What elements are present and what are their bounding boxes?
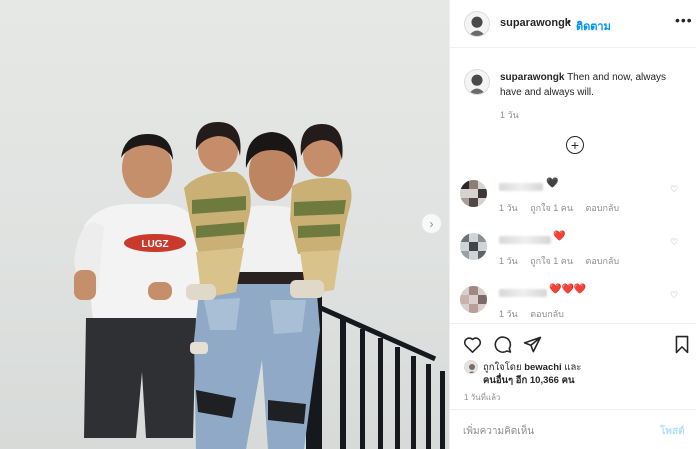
left-man: LUGZ bbox=[74, 134, 203, 438]
comment-meta: 1 วัน ตอบกลับ bbox=[499, 307, 574, 321]
post-photo[interactable]: LUGZ › bbox=[0, 0, 449, 449]
others-like-count[interactable]: คนอื่นๆ อีก 10,366 คน bbox=[483, 373, 574, 388]
comment-item: 🖤 1 วัน ถูกใจ 1 คน ตอบกลับ ♡ bbox=[450, 178, 696, 230]
comment-likes[interactable]: ถูกใจ 1 คน bbox=[530, 256, 573, 266]
comment-time[interactable]: 1 วัน bbox=[499, 256, 518, 266]
caption-username[interactable]: suparawongk bbox=[500, 72, 564, 83]
comment-like-icon[interactable]: ♡ bbox=[670, 184, 678, 195]
author-username[interactable]: suparawongk bbox=[500, 17, 571, 29]
post-action-bar bbox=[450, 323, 696, 363]
likes-summary: ถูกใจโดย bewachi และ คนอื่นๆ อีก 10,366 … bbox=[464, 358, 689, 388]
caption-timestamp[interactable]: 1 วัน bbox=[500, 108, 519, 122]
comment-meta: 1 วัน ถูกใจ 1 คน ตอบกลับ bbox=[499, 201, 629, 215]
reply-button[interactable]: ตอบกลับ bbox=[586, 203, 620, 213]
follow-button[interactable]: ติดตาม bbox=[576, 17, 611, 35]
load-more-comments-button[interactable]: + bbox=[566, 136, 584, 154]
caption-avatar[interactable] bbox=[464, 69, 490, 95]
comment-emoji: ❤️ bbox=[553, 231, 566, 242]
post-comment-button[interactable]: โพสต์ bbox=[660, 424, 685, 439]
blurred-username bbox=[499, 183, 543, 191]
family-photo-image: LUGZ bbox=[74, 122, 445, 449]
liked-by-user[interactable]: bewachi bbox=[524, 362, 562, 373]
post-sidebar: suparawongk • ติดตาม ••• suparawongk The… bbox=[449, 0, 696, 449]
commenter-avatar[interactable] bbox=[460, 180, 487, 207]
comment-like-icon[interactable]: ♡ bbox=[670, 237, 678, 248]
commenter-avatar[interactable] bbox=[460, 286, 487, 313]
blurred-username bbox=[499, 289, 547, 297]
liker-avatar[interactable] bbox=[464, 360, 478, 374]
plus-icon: + bbox=[570, 137, 580, 153]
comment-emoji: 🖤 bbox=[546, 178, 559, 189]
shirt-logo-text: LUGZ bbox=[141, 239, 168, 250]
blurred-username bbox=[499, 236, 551, 244]
next-image-button[interactable]: › bbox=[421, 213, 442, 234]
more-horizontal-icon[interactable]: ••• bbox=[675, 12, 693, 28]
heart-outline-icon[interactable] bbox=[462, 334, 482, 354]
comment-like-icon[interactable]: ♡ bbox=[670, 290, 678, 301]
comment-time[interactable]: 1 วัน bbox=[499, 309, 518, 319]
post-timestamp[interactable]: 1 วันที่แล้ว bbox=[464, 391, 500, 404]
comment-time[interactable]: 1 วัน bbox=[499, 203, 518, 213]
chevron-right-icon: › bbox=[429, 216, 434, 231]
comment-bubble-icon[interactable] bbox=[492, 334, 512, 354]
paper-plane-icon[interactable] bbox=[522, 334, 542, 354]
comment-item: ❤️ 1 วัน ถูกใจ 1 คน ตอบกลับ ♡ bbox=[450, 231, 696, 283]
reply-button[interactable]: ตอบกลับ bbox=[530, 309, 564, 319]
post-header: suparawongk • ติดตาม ••• bbox=[450, 0, 696, 48]
post-caption: suparawongk Then and now, always have an… bbox=[500, 70, 690, 100]
author-avatar[interactable] bbox=[464, 11, 490, 37]
comment-likes[interactable]: ถูกใจ 1 คน bbox=[530, 203, 573, 213]
railing bbox=[297, 296, 445, 449]
bookmark-icon[interactable] bbox=[672, 334, 692, 354]
add-comment-input[interactable]: เพิ่มความคิดเห็น bbox=[463, 424, 534, 439]
liked-by-and: และ bbox=[561, 362, 582, 373]
liked-by-prefix: ถูกใจโดย bbox=[483, 362, 525, 373]
comment-emoji: ❤️❤️❤️ bbox=[549, 284, 587, 295]
separator-dot: • bbox=[567, 16, 571, 28]
reply-button[interactable]: ตอบกลับ bbox=[586, 256, 620, 266]
commenter-avatar[interactable] bbox=[460, 233, 487, 260]
comment-meta: 1 วัน ถูกใจ 1 คน ตอบกลับ bbox=[499, 254, 629, 268]
add-comment-bar: เพิ่มความคิดเห็น โพสต์ bbox=[450, 409, 696, 449]
